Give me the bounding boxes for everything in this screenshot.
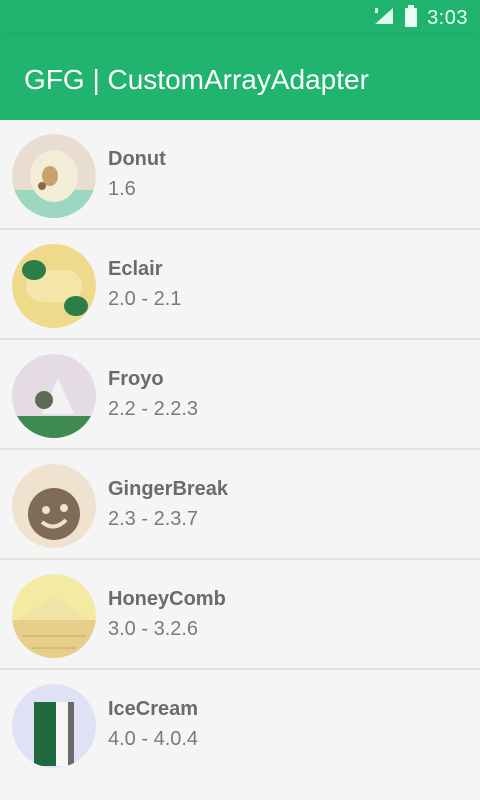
eclair-icon bbox=[12, 244, 96, 328]
item-name: Froyo bbox=[108, 368, 164, 390]
battery-icon bbox=[405, 4, 418, 32]
item-version: 4.0 - 4.0.4 bbox=[108, 728, 199, 750]
app-bar: GFG | CustomArrayAdapter bbox=[0, 36, 480, 120]
status-bar: 3:03 bbox=[0, 0, 480, 36]
item-version: 2.3 - 2.3.7 bbox=[108, 508, 199, 530]
item-name: IceCream bbox=[108, 698, 199, 720]
item-name: HoneyComb bbox=[108, 588, 226, 610]
froyo-icon bbox=[12, 354, 96, 438]
list-item[interactable]: Eclair 2.0 - 2.1 bbox=[0, 230, 480, 340]
item-name: Eclair bbox=[108, 258, 163, 280]
signal-icon bbox=[373, 6, 395, 31]
list-item[interactable]: HoneyComb 3.0 - 3.2.6 bbox=[0, 560, 480, 670]
honeycomb-icon bbox=[12, 574, 96, 658]
item-name: Donut bbox=[108, 148, 166, 170]
list-item[interactable]: Donut 1.6 bbox=[0, 120, 480, 230]
list-item[interactable]: IceCream 4.0 - 4.0.4 bbox=[0, 670, 480, 780]
item-name: GingerBreak bbox=[108, 478, 229, 500]
item-version: 2.0 - 2.1 bbox=[108, 288, 182, 310]
list-item[interactable]: GingerBreak 2.3 - 2.3.7 bbox=[0, 450, 480, 560]
status-icons: 3:03 bbox=[373, 4, 468, 32]
item-version: 3.0 - 3.2.6 bbox=[108, 618, 199, 640]
list-item[interactable]: Froyo 2.2 - 2.2.3 bbox=[0, 340, 480, 450]
gingerbread-icon bbox=[12, 464, 96, 548]
app-title: GFG | CustomArrayAdapter bbox=[24, 64, 369, 95]
item-version: 2.2 - 2.2.3 bbox=[108, 398, 199, 420]
icecream-icon bbox=[12, 684, 96, 768]
donut-icon bbox=[12, 134, 96, 218]
item-version: 1.6 bbox=[108, 178, 136, 200]
status-time: 3:03 bbox=[427, 6, 468, 29]
version-list[interactable]: Donut 1.6 Eclair 2.0 - 2.1 Froyo 2.2 - 2… bbox=[0, 120, 480, 800]
